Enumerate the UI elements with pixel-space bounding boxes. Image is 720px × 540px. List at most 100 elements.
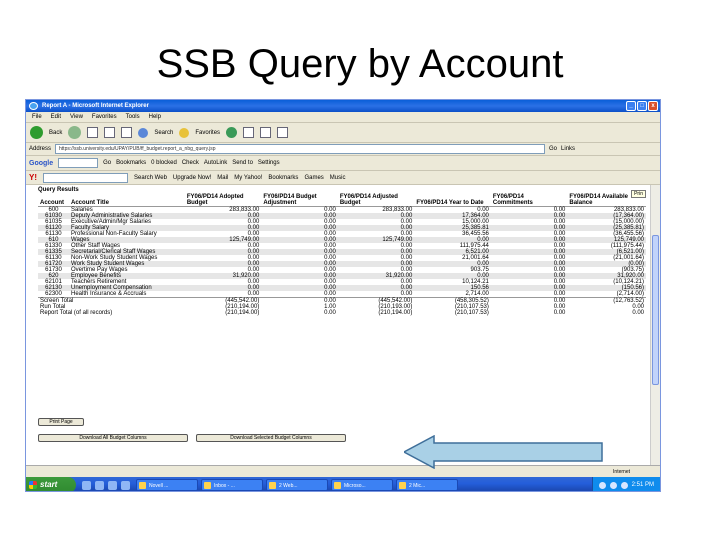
pointer-arrow — [404, 435, 603, 469]
taskbar-item-novell[interactable]: Novell ... — [136, 479, 198, 491]
window-titlebar[interactable]: Report A - Microsoft Internet Explorer _… — [26, 100, 660, 112]
table-header-row: Account Account Title FY06/PD14 Adopted … — [38, 194, 646, 207]
windows-taskbar: start Novell ... Inbox - ... 2 Web... Mi… — [26, 477, 660, 491]
yahoo-upgrade[interactable]: Upgrade Now! — [173, 175, 211, 181]
column-header-year-to-date: FY06/PD14 Year to Date — [414, 194, 491, 207]
total-amount: 0.00 — [324, 310, 336, 316]
google-popup-blocked[interactable]: 0 blocked — [151, 160, 177, 166]
tray-network-icon[interactable] — [598, 481, 606, 489]
refresh-icon[interactable] — [104, 127, 116, 138]
address-bar: Address https://ssb.university.edu/UPAY/… — [26, 143, 660, 156]
tray-security-icon[interactable] — [620, 481, 628, 489]
start-button[interactable]: start — [26, 477, 76, 491]
favorites-star-icon[interactable] — [179, 127, 190, 138]
google-send-to[interactable]: Send to — [232, 160, 253, 166]
go-button[interactable]: Go — [549, 146, 557, 152]
taskbar-item-microsoft[interactable]: Microso... — [331, 479, 393, 491]
download-selected-columns-button[interactable]: Download Selected Budget Columns — [196, 434, 346, 442]
home-icon[interactable] — [121, 127, 133, 138]
menu-view[interactable]: View — [70, 112, 83, 122]
google-autolink[interactable]: AutoLink — [204, 160, 227, 166]
favorites-button[interactable]: Favorites — [195, 130, 220, 136]
google-settings[interactable]: Settings — [258, 160, 280, 166]
yahoo-games[interactable]: Games — [304, 175, 323, 181]
yahoo-my-yahoo[interactable]: My Yahoo! — [234, 175, 262, 181]
quick-launch-ie-icon[interactable] — [82, 480, 91, 490]
window-title: Report A - Microsoft Internet Explorer — [42, 103, 149, 109]
column-header-account-title: Account Title — [69, 194, 185, 207]
taskbar-item-web[interactable]: 2 Web... — [266, 479, 328, 491]
links-button[interactable]: Links — [561, 146, 575, 152]
yahoo-search-web[interactable]: Search Web — [134, 175, 167, 181]
back-arrow-icon[interactable] — [30, 126, 43, 139]
budget-table: Account Account Title FY06/PD14 Adopted … — [38, 194, 646, 316]
total-amount: (210,107.53) — [454, 310, 489, 316]
browser-window: Report A - Microsoft Internet Explorer _… — [25, 99, 661, 492]
menu-tools[interactable]: Tools — [126, 112, 140, 122]
window-controls: _ □ x — [626, 101, 658, 111]
menu-bar: File Edit View Favorites Tools Help — [26, 112, 660, 123]
query-results-label: Query Results — [38, 187, 79, 193]
scrollbar-thumb[interactable] — [652, 235, 659, 385]
forward-arrow-icon[interactable] — [68, 126, 82, 139]
standard-toolbar: Back Search Favorites — [26, 123, 660, 143]
column-header-commitments: FY06/PD14 Commitments — [490, 194, 568, 207]
total-amount: 0.00 — [632, 310, 644, 316]
maximize-button[interactable]: □ — [637, 101, 647, 111]
column-header-adjusted-budget: FY06/PD14 Adjusted Budget — [337, 194, 415, 207]
quick-launch-desktop-icon[interactable] — [95, 480, 104, 490]
arrow-shape — [404, 435, 603, 469]
column-header-available-balance: FY06/PD14 Available Balance — [567, 194, 646, 207]
yahoo-bookmarks[interactable]: Bookmarks — [268, 175, 298, 181]
print-page-button[interactable]: Print Page — [38, 418, 84, 426]
system-tray: 2:51 PM — [591, 477, 660, 491]
yahoo-search-input[interactable] — [43, 172, 128, 183]
back-button[interactable]: Back — [49, 130, 62, 136]
print-icon[interactable] — [260, 127, 272, 138]
close-button[interactable]: x — [648, 101, 658, 111]
total-label: Report Total (of all records) — [40, 310, 113, 316]
menu-favorites[interactable]: Favorites — [92, 112, 117, 122]
mail-icon[interactable] — [243, 127, 255, 138]
page-content: Query Results Prin Account Account Title… — [26, 185, 652, 465]
menu-help[interactable]: Help — [149, 112, 161, 122]
download-all-columns-button[interactable]: Download All Budget Columns — [38, 434, 188, 442]
total-amount: (210,194.00) — [378, 310, 413, 316]
table-total-row: Report Total (of all records) (210,194.00… — [38, 310, 646, 316]
windows-flag-icon — [29, 481, 37, 489]
yahoo-toolbar: Y! Search Web Upgrade Now! Mail My Yahoo… — [26, 171, 660, 185]
menu-file[interactable]: File — [32, 112, 42, 122]
internet-explorer-icon — [29, 102, 38, 110]
menu-edit[interactable]: Edit — [51, 112, 61, 122]
stop-icon[interactable] — [87, 127, 99, 138]
search-button[interactable]: Search — [154, 130, 173, 136]
google-search-input[interactable] — [58, 158, 99, 168]
slide-title: SSB Query by Account — [156, 42, 564, 86]
google-go-button[interactable]: Go — [103, 160, 111, 166]
google-logo: Google — [29, 159, 54, 167]
column-header-account: Account — [38, 194, 70, 207]
google-bookmarks[interactable]: Bookmarks — [116, 160, 146, 166]
vertical-scrollbar[interactable] — [650, 185, 660, 465]
quick-launch-outlook-icon[interactable] — [108, 480, 117, 490]
taskbar-item-mic[interactable]: 2 Mic... — [396, 479, 458, 491]
minimize-button[interactable]: _ — [626, 101, 636, 111]
quick-launch — [82, 480, 130, 490]
quick-launch-media-icon[interactable] — [121, 480, 130, 490]
yahoo-music[interactable]: Music — [330, 175, 346, 181]
search-icon[interactable] — [138, 127, 149, 138]
google-check[interactable]: Check — [182, 160, 199, 166]
clock: 2:51 PM — [631, 482, 654, 488]
tray-volume-icon[interactable] — [609, 481, 617, 489]
taskbar-item-inbox[interactable]: Inbox - ... — [201, 479, 263, 491]
column-header-adopted-budget: FY06/PD14 Adopted Budget — [184, 194, 262, 207]
start-label: start — [40, 480, 58, 489]
media-icon[interactable] — [226, 127, 238, 138]
total-amount: (210,194.00) — [225, 310, 260, 316]
edit-icon[interactable] — [277, 127, 289, 138]
slide: SSB Query by Account Report A - Microsof… — [0, 0, 720, 540]
address-input[interactable]: https://ssb.university.edu/UPAY/PUB/ff_b… — [55, 144, 546, 154]
yahoo-mail[interactable]: Mail — [217, 175, 228, 181]
total-amount: 0.00 — [553, 310, 566, 316]
google-toolbar: Google Go Bookmarks 0 blocked Check Auto… — [26, 156, 660, 171]
